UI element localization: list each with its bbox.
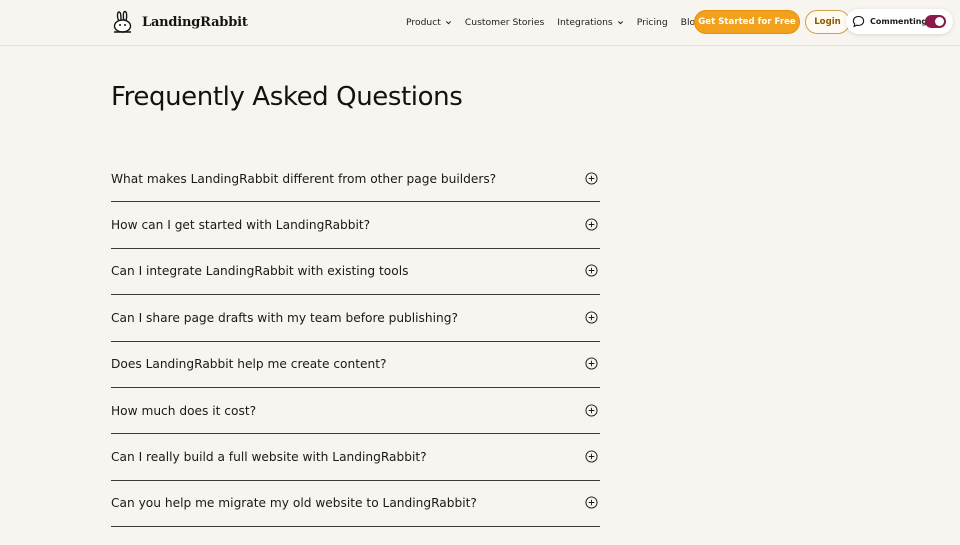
- plus-circle-icon[interactable]: [585, 357, 598, 370]
- nav-item-product[interactable]: Product: [406, 17, 452, 28]
- faq-item[interactable]: Can I really build a full website with L…: [111, 434, 600, 481]
- commenting-label: Commenting: [870, 17, 928, 26]
- nav-item-label: Customer Stories: [464, 17, 545, 28]
- faq-item[interactable]: What makes LandingRabbit different from …: [111, 156, 600, 203]
- switch-knob: [935, 17, 944, 26]
- faq-question: What makes LandingRabbit different from …: [111, 171, 497, 186]
- plus-circle-icon[interactable]: [585, 172, 598, 185]
- nav-item-label: Pricing: [636, 17, 668, 28]
- faq-item[interactable]: Can I share page drafts with my team bef…: [111, 295, 600, 342]
- page-title: Frequently Asked Questions: [111, 82, 463, 112]
- brand-name: LandingRabbit: [142, 15, 248, 30]
- faq-question: How can I get started with LandingRabbit…: [111, 218, 371, 233]
- faq-list: What makes LandingRabbit different from …: [111, 156, 600, 528]
- faq-question: Can I share page drafts with my team bef…: [111, 310, 458, 325]
- get-started-button[interactable]: Get Started for Free: [694, 10, 800, 34]
- plus-circle-icon[interactable]: [585, 404, 598, 417]
- plus-circle-icon[interactable]: [585, 218, 598, 231]
- rabbit-logo-icon: [113, 10, 132, 33]
- top-navbar: LandingRabbit Product Customer Stories I…: [0, 0, 960, 46]
- plus-circle-icon[interactable]: [585, 496, 598, 509]
- nav-item-label: Integrations: [557, 17, 613, 28]
- plus-circle-icon[interactable]: [585, 264, 598, 278]
- faq-item[interactable]: Can you help me migrate my old website t…: [111, 481, 600, 528]
- faq-item[interactable]: How much does it cost?: [111, 388, 600, 435]
- faq-item[interactable]: Does LandingRabbit help me create conten…: [111, 342, 600, 388]
- main-nav: Product Customer Stories Integrations Pr…: [406, 0, 701, 45]
- comment-bubble-icon: [852, 15, 865, 28]
- commenting-toggle-widget: Commenting: [846, 9, 953, 34]
- faq-question: Can you help me migrate my old website t…: [111, 496, 477, 511]
- faq-question: Can I really build a full website with L…: [111, 450, 427, 465]
- brand-logo[interactable]: LandingRabbit: [111, 10, 248, 35]
- faq-item[interactable]: How can I get started with LandingRabbit…: [111, 202, 600, 249]
- nav-item-customer-stories[interactable]: Customer Stories: [465, 17, 544, 28]
- nav-item-integrations[interactable]: Integrations: [557, 17, 623, 28]
- plus-circle-icon[interactable]: [585, 311, 598, 324]
- faq-question: How much does it cost?: [111, 403, 257, 418]
- faq-question: Can I integrate LandingRabbit with exist…: [111, 264, 409, 279]
- chevron-down-icon: [445, 21, 451, 25]
- nav-item-pricing[interactable]: Pricing: [637, 17, 668, 28]
- faq-question: Does LandingRabbit help me create conten…: [111, 357, 387, 372]
- login-button[interactable]: Login: [805, 10, 850, 34]
- chevron-down-icon: [617, 21, 623, 25]
- commenting-switch[interactable]: [925, 15, 946, 28]
- faq-item[interactable]: Can I integrate LandingRabbit with exist…: [111, 249, 600, 296]
- nav-item-label: Product: [406, 17, 441, 28]
- plus-circle-icon[interactable]: [585, 450, 598, 463]
